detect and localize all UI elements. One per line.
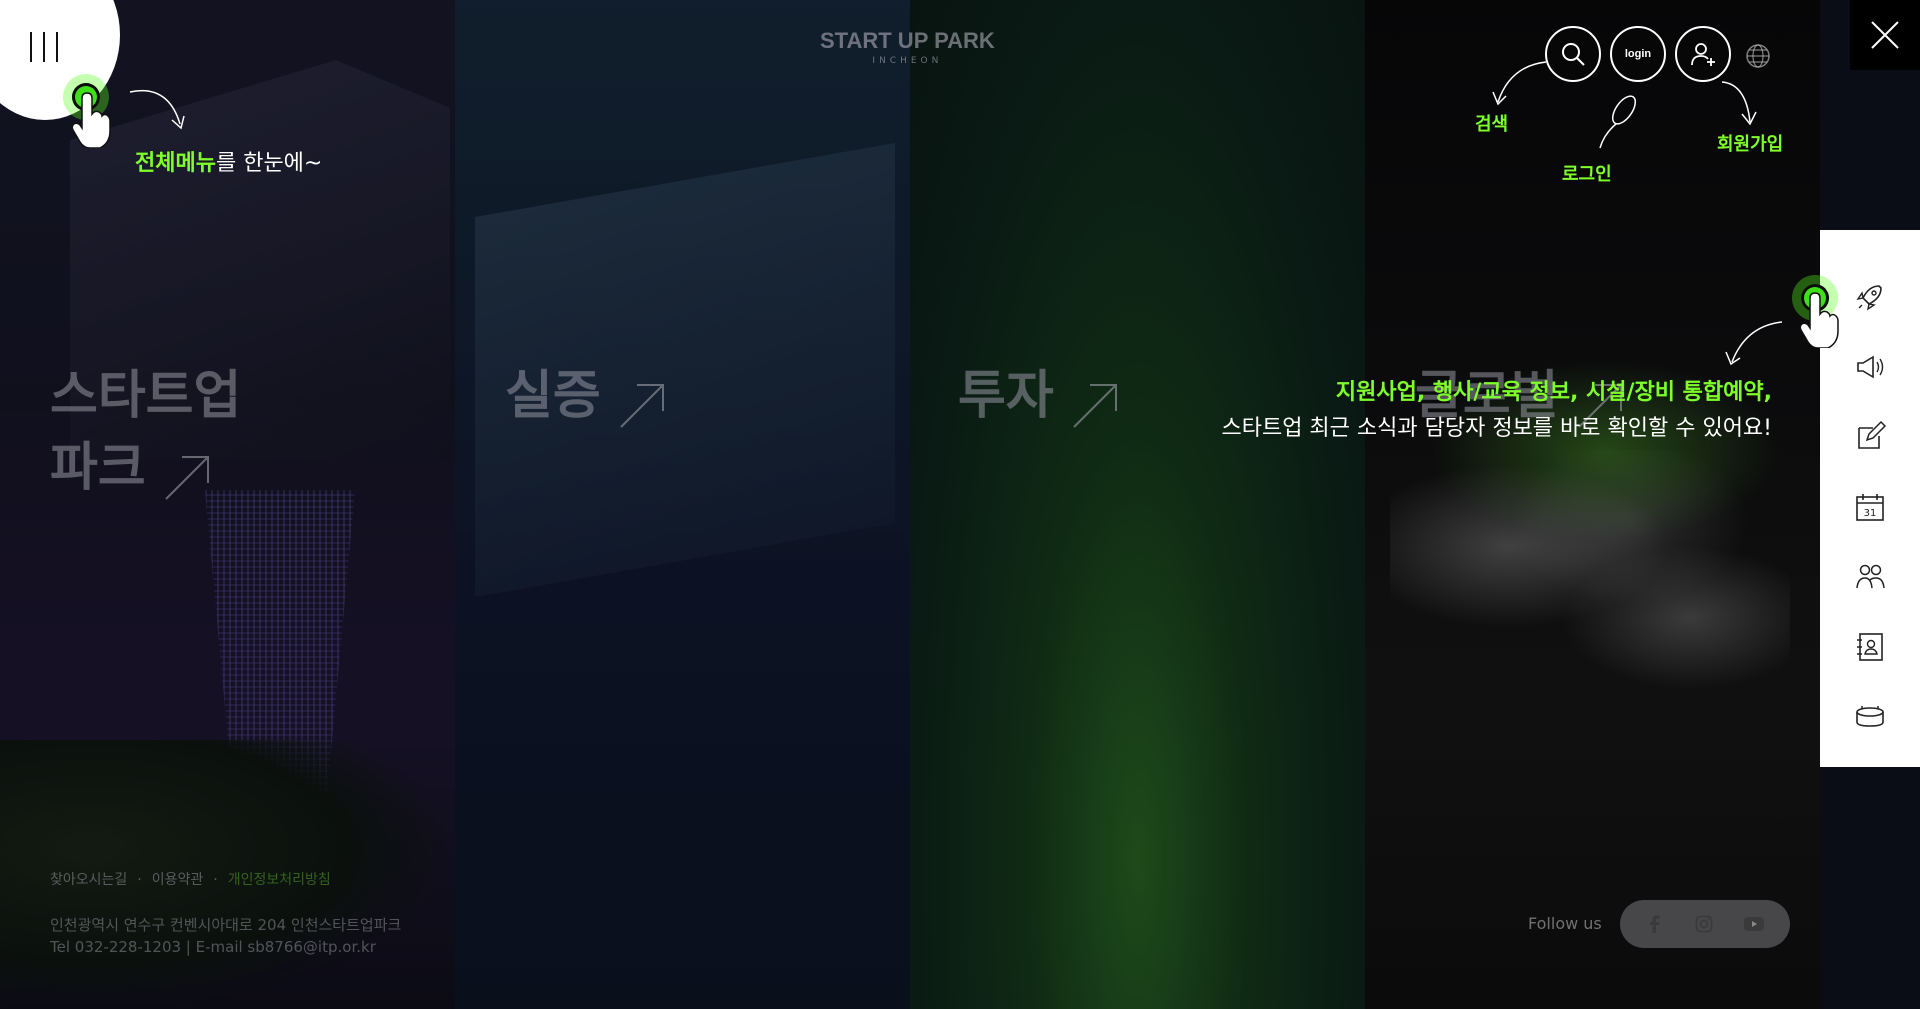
arrow-up-right-icon xyxy=(1072,376,1118,428)
close-icon xyxy=(1871,21,1899,49)
calendar-icon: 31 xyxy=(1856,494,1884,521)
footer-address: 인천광역시 연수구 컨벤시아대로 204 인천스타트업파크 Tel 032-22… xyxy=(50,916,402,956)
quick-item-apply[interactable] xyxy=(1853,420,1887,454)
contact-icon xyxy=(1857,633,1883,661)
signup-tip: 회원가입 xyxy=(1717,134,1784,155)
quick-item-people[interactable] xyxy=(1853,560,1887,594)
footer-link-privacy[interactable]: 개인정보처리방침 xyxy=(228,872,331,888)
footer-link-directions[interactable]: 찾아오시는길 xyxy=(50,872,127,888)
quick-item-rocket[interactable] xyxy=(1853,280,1887,314)
panel-title-investment[interactable]: 투자 xyxy=(958,360,1118,432)
quick-item-calendar[interactable]: 31 xyxy=(1853,490,1887,524)
youtube-icon[interactable] xyxy=(1742,912,1766,936)
search-button[interactable] xyxy=(1545,26,1601,82)
globe-icon[interactable] xyxy=(1745,43,1771,69)
tip-arrow-icon xyxy=(129,90,185,130)
arrow-up-right-icon xyxy=(619,376,665,428)
social-links xyxy=(1620,900,1790,948)
login-tip: 로그인 xyxy=(1562,164,1612,185)
megaphone-icon xyxy=(1857,355,1884,379)
facebook-icon[interactable] xyxy=(1642,912,1666,936)
footer-link-terms[interactable]: 이용약관 xyxy=(152,872,204,888)
tip-arrow-icon xyxy=(1599,95,1637,149)
rocket-icon xyxy=(1856,285,1882,311)
people-icon xyxy=(1856,564,1885,589)
svg-text:31: 31 xyxy=(1864,508,1877,519)
menu-tip: 전체메뉴를 한눈에~ xyxy=(135,151,323,176)
login-button[interactable]: login xyxy=(1610,26,1666,82)
arrow-up-right-icon xyxy=(164,448,210,500)
panel-title-demonstration[interactable]: 실증 xyxy=(505,360,665,432)
tip-arrow-icon xyxy=(1492,61,1547,106)
search-tip: 검색 xyxy=(1475,114,1509,135)
quick-item-contact[interactable] xyxy=(1853,630,1887,664)
panel-title-startup-park[interactable]: 스타트업 파크 xyxy=(50,360,241,504)
follow-us-label: Follow us xyxy=(1528,914,1602,933)
close-button[interactable] xyxy=(1850,0,1920,70)
search-icon xyxy=(1562,43,1585,66)
quickbar-intro: 지원사업, 행사/교육 정보, 시설/장비 통합예약, 스타트업 최근 소식과 … xyxy=(1221,380,1772,441)
footer-links: 찾아오시는길 · 이용약관 · 개인정보처리방침 xyxy=(50,872,331,888)
signup-button[interactable] xyxy=(1675,26,1731,82)
pointer-hand-icon xyxy=(72,92,111,148)
add-user-icon xyxy=(1691,43,1715,66)
panel-investment[interactable] xyxy=(910,0,1365,1009)
instagram-icon[interactable] xyxy=(1692,912,1716,936)
logo[interactable]: START UP PARK INCHEON xyxy=(820,28,995,66)
facility-icon xyxy=(1856,706,1884,727)
tip-arrow-icon xyxy=(1721,81,1757,126)
panel-demonstration[interactable] xyxy=(455,0,910,1009)
quick-item-facility[interactable] xyxy=(1853,700,1887,734)
pointer-hand-icon xyxy=(1800,292,1839,348)
quick-item-notice[interactable] xyxy=(1853,350,1887,384)
tip-arrow-icon xyxy=(1725,321,1783,366)
edit-icon xyxy=(1858,420,1887,449)
